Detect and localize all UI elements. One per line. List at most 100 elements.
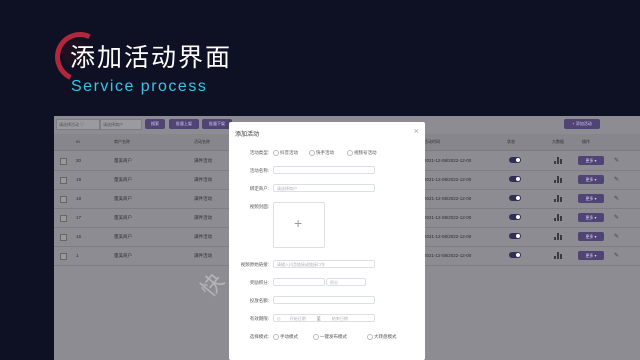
row-activity: 满件活动 xyxy=(194,196,212,201)
reward-input[interactable] xyxy=(273,278,325,286)
merchant-select[interactable]: 请选择商户 xyxy=(100,119,142,130)
budget-input[interactable] xyxy=(273,296,375,304)
status-toggle[interactable] xyxy=(509,214,521,220)
status-toggle[interactable] xyxy=(509,195,521,201)
edit-icon[interactable]: ✎ xyxy=(614,214,619,221)
merchant-label: 绑定商户: xyxy=(249,186,269,191)
edit-icon[interactable]: ✎ xyxy=(614,157,619,164)
type-label: 活动类型: xyxy=(249,150,269,155)
row-activity: 满件活动 xyxy=(194,177,212,182)
bar-chart-icon[interactable] xyxy=(554,233,562,240)
add-activity-button[interactable]: + 添加活动 xyxy=(564,119,600,129)
mode-radio-wheel[interactable]: 大转盘模式 xyxy=(367,334,397,340)
type-radio-kuaishou[interactable]: 快手活动 xyxy=(309,150,334,156)
edit-icon[interactable]: ✎ xyxy=(614,233,619,240)
merchant-select-input[interactable]: 请选择商户 xyxy=(273,184,375,192)
name-label: 活动名称: xyxy=(249,168,269,173)
bar-chart-icon[interactable] xyxy=(554,157,562,164)
row-merchant: 量美商户 xyxy=(114,215,132,220)
col-bigdata: 大数据 xyxy=(552,139,564,144)
type-radio-channels[interactable]: 视频号活动 xyxy=(347,150,377,156)
row-checkbox[interactable] xyxy=(60,196,67,203)
bar-chart-icon[interactable] xyxy=(554,176,562,183)
status-toggle[interactable] xyxy=(509,157,521,163)
row-id: 1 xyxy=(76,253,79,258)
row-merchant: 量美商户 xyxy=(114,177,132,182)
status-toggle[interactable] xyxy=(509,252,521,258)
col-actions: 操作 xyxy=(582,139,590,144)
batch-delist-button[interactable]: 批量下架 xyxy=(202,119,232,129)
link-label: 视频原始链接: xyxy=(240,262,269,267)
batch-list-button[interactable]: 批量上架 xyxy=(169,119,199,129)
row-time: 2021-12-08/2022-12-00 xyxy=(424,196,472,201)
row-id: 16 xyxy=(76,234,82,239)
more-button[interactable]: 更多 ▾ xyxy=(578,232,604,241)
row-time: 2021-12-08/2022-12-00 xyxy=(424,158,472,163)
bar-chart-icon[interactable] xyxy=(554,252,562,259)
period-end: 结束日期 xyxy=(331,316,348,321)
row-id: 19 xyxy=(76,177,82,182)
reward-label: 奖励积分: xyxy=(249,280,269,285)
edit-icon[interactable]: ✎ xyxy=(614,252,619,259)
col-time: 活动时间 xyxy=(424,139,440,144)
period-label: 有效期限: xyxy=(249,316,269,321)
row-time: 2021-12-08/2022-12-00 xyxy=(424,253,472,258)
more-button[interactable]: 更多 ▾ xyxy=(578,213,604,222)
calendar-icon: ◷ xyxy=(277,316,282,321)
row-time: 2021-12-08/2022-12-00 xyxy=(424,234,472,239)
status-toggle[interactable] xyxy=(509,233,521,239)
mode-radio-oneclick[interactable]: 一键发布模式 xyxy=(313,334,347,340)
more-button[interactable]: 更多 ▾ xyxy=(578,156,604,165)
row-activity: 满件活动 xyxy=(194,234,212,239)
cover-upload[interactable]: + xyxy=(273,202,325,248)
edit-icon[interactable]: ✎ xyxy=(614,176,619,183)
video-link-input[interactable]: 请输入抖音链接或链接口令 xyxy=(273,260,375,268)
row-merchant: 量美商户 xyxy=(114,196,132,201)
plus-icon: + xyxy=(294,215,303,231)
row-id: 18 xyxy=(76,196,82,201)
period-start: 开始日期 xyxy=(289,316,306,321)
add-activity-modal: 添加活动 × 活动类型: 抖音活动 快手活动 视频号活动 活动名称: 绑定商户:… xyxy=(229,122,425,360)
slide-subtitle: Service process xyxy=(71,78,208,95)
row-activity: 满件活动 xyxy=(194,215,212,220)
bar-chart-icon[interactable] xyxy=(554,195,562,202)
row-checkbox[interactable] xyxy=(60,215,67,222)
row-merchant: 量美商户 xyxy=(114,253,132,258)
close-icon[interactable]: × xyxy=(414,126,419,136)
col-status: 状态 xyxy=(507,139,515,144)
edit-icon[interactable]: ✎ xyxy=(614,195,619,202)
type-radio-douyin[interactable]: 抖音活动 xyxy=(273,150,298,156)
row-merchant: 量美商户 xyxy=(114,158,132,163)
modal-title: 添加活动 xyxy=(235,132,260,138)
status-toggle[interactable] xyxy=(509,176,521,182)
activity-name-input[interactable] xyxy=(273,166,375,174)
row-activity: 满件活动 xyxy=(194,158,212,163)
col-merchant: 商户名称 xyxy=(114,139,130,144)
row-checkbox[interactable] xyxy=(60,158,67,165)
more-button[interactable]: 更多 ▾ xyxy=(578,194,604,203)
row-id: 20 xyxy=(76,158,82,163)
more-button[interactable]: 更多 ▾ xyxy=(578,175,604,184)
col-activity: 活动名称 xyxy=(194,139,210,144)
bar-chart-icon[interactable] xyxy=(554,214,562,221)
row-time: 2021-12-08/2022-12-00 xyxy=(424,177,472,182)
row-checkbox[interactable] xyxy=(60,177,67,184)
search-button[interactable]: 搜索 xyxy=(145,119,165,129)
reward-unit-select[interactable]: 积分 xyxy=(326,278,366,286)
mode-radio-manual[interactable]: 手动模式 xyxy=(273,334,298,340)
row-activity: 满件活动 xyxy=(194,253,212,258)
period-separator: 至 xyxy=(316,316,321,321)
budget-label: 投放名额: xyxy=(249,298,269,303)
period-range-input[interactable]: ◷ 开始日期 至 结束日期 xyxy=(273,314,375,322)
row-time: 2021-12-08/2022-12-00 xyxy=(424,215,472,220)
more-button[interactable]: 更多 ▾ xyxy=(578,251,604,260)
row-checkbox[interactable] xyxy=(60,253,67,260)
row-checkbox[interactable] xyxy=(60,234,67,241)
row-id: 17 xyxy=(76,215,82,220)
activity-select[interactable]: 请选择活动 ▽ xyxy=(56,119,100,130)
slide-title: 添加活动界面 xyxy=(70,43,233,72)
row-merchant: 量美商户 xyxy=(114,234,132,239)
col-id: ID xyxy=(76,139,80,144)
mode-label: 选择模式: xyxy=(249,334,269,339)
cover-label: 视频封面: xyxy=(249,204,269,209)
